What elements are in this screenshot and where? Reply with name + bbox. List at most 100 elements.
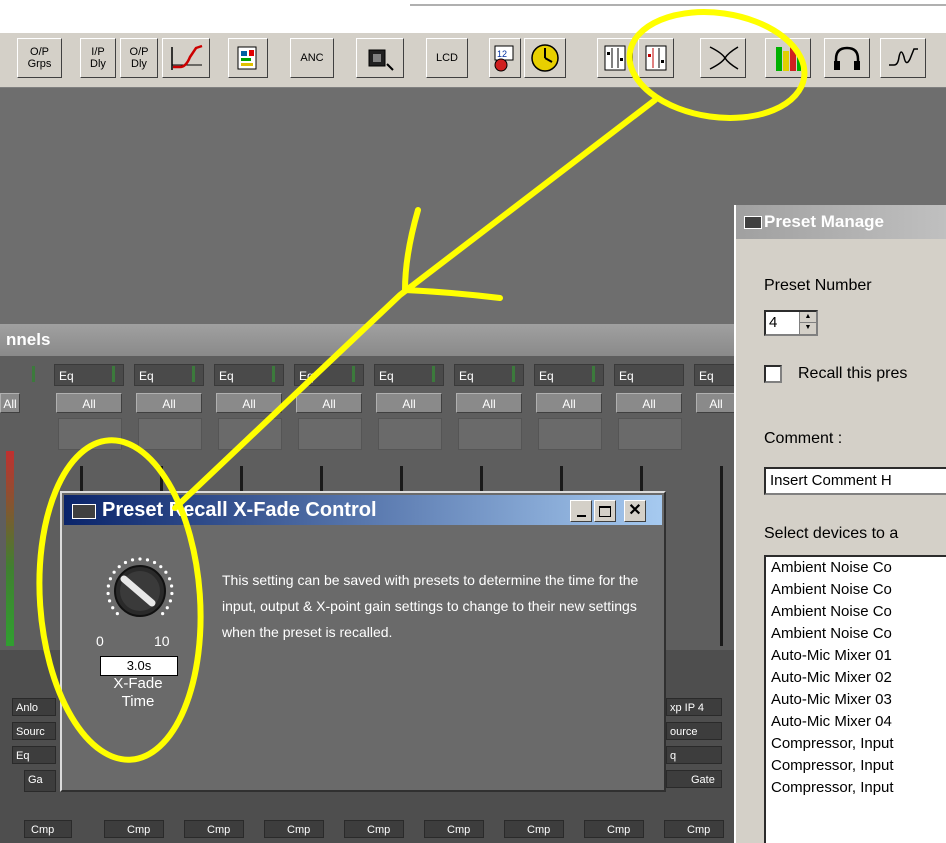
knob-tick-dot [159,565,163,569]
all-button[interactable]: All [136,393,202,413]
all-button[interactable]: All [376,393,442,413]
knob-tick-dot [117,565,121,569]
all-button[interactable]: All [696,393,736,413]
knob-tick-dot [112,570,116,574]
list-item[interactable]: Ambient Noise Co [766,601,946,623]
matrix-red-button[interactable] [638,38,674,78]
knob-tick-dot [161,612,165,616]
list-item[interactable]: Ambient Noise Co [766,557,946,579]
xfade-knob[interactable] [90,553,190,633]
knob-tick-dot [168,599,173,603]
output-groups-button[interactable]: O/P Grps [17,38,62,78]
knob-tick-dot [111,606,115,610]
recall-label: Recall this pres [798,365,908,382]
spin-down-icon[interactable]: ▼ [800,323,816,333]
xfade-button[interactable] [700,38,746,78]
fader-track[interactable] [720,466,723,646]
spinner-buttons[interactable]: ▲ ▼ [799,312,816,334]
comment-label: Comment : [764,430,843,447]
lcd-button[interactable]: LCD [426,38,468,78]
output-groups-label-2: Grps [27,58,52,70]
preset-number-value: 4 [769,314,778,331]
comment-field[interactable]: Insert Comment H [764,467,946,495]
fader-slot [218,418,282,450]
sine-wave-icon [889,48,918,66]
output-delay-label-1: O/P [129,46,149,58]
source-button[interactable]: ource [666,722,722,740]
toolbar: O/P Grps I/P Dly O/P Dly ANC LCD 12 [0,0,946,88]
knob-tick-dot [167,577,172,581]
maximize-icon[interactable] [594,500,616,522]
all-button[interactable]: All [56,393,122,413]
eq-curve-button[interactable] [162,38,210,78]
lcd-label: LCD [435,52,458,64]
anc-button[interactable]: ANC [290,38,334,78]
compressor-button[interactable]: Cmp [104,820,164,838]
headphones-button[interactable] [824,38,870,78]
knob-tick-dot [165,606,169,610]
meters-icon [776,46,801,71]
all-button[interactable]: All [296,393,362,413]
recall-checkbox[interactable] [764,365,782,383]
matrix-icon [604,45,626,71]
fader-slot [538,418,602,450]
knob-tick-dot [164,570,168,574]
sine-wave-button[interactable] [880,38,926,78]
output-delay-button[interactable]: O/P Dly [120,38,158,78]
list-item[interactable]: Auto-Mic Mixer 01 [766,645,946,667]
compressor-button[interactable]: Cmp [504,820,564,838]
list-item[interactable]: Ambient Noise Co [766,579,946,601]
compressor-button[interactable]: Cmp [584,820,644,838]
eq-button[interactable]: q [666,746,722,764]
list-item[interactable]: Compressor, Input [766,733,946,755]
compressor-button[interactable]: Cmp [184,820,244,838]
preset-button[interactable]: 12 [489,38,521,78]
gate-button[interactable]: Gate [666,770,722,788]
device-button[interactable] [356,38,404,78]
eq-button[interactable]: Eq [614,364,684,386]
input-delay-button[interactable]: I/P Dly [80,38,116,78]
clock-button[interactable] [524,38,566,78]
knob-min-label: 0 [96,633,104,649]
minimize-icon[interactable] [570,500,592,522]
xfade-time-value[interactable]: 3.0s [100,656,178,676]
devices-label: Select devices to a [764,525,899,542]
knob-tick-dot [115,612,119,616]
list-item[interactable]: Auto-Mic Mixer 04 [766,711,946,733]
all-button[interactable]: All [456,393,522,413]
xfade-knob-control: 0 10 3.0s X-Fade Time [90,553,194,713]
list-item[interactable]: Compressor, Input [766,755,946,777]
properties-button[interactable] [228,38,268,78]
source-button[interactable]: Sourc [12,722,56,740]
eq-indicator [272,366,275,382]
xfade-titlebar[interactable]: Preset Recall X-Fade Control ✕ [64,495,662,525]
meters-button[interactable] [765,38,811,78]
properties-icon [237,46,257,70]
list-item[interactable]: Compressor, Input [766,777,946,799]
all-button[interactable]: All [0,393,20,413]
compressor-button[interactable]: Cmp [424,820,484,838]
matrix-button[interactable] [597,38,633,78]
xfade-dialog: Preset Recall X-Fade Control ✕ 0 10 3.0s… [60,491,666,792]
compressor-button[interactable]: Cmp [664,820,724,838]
preset-number-spinner[interactable]: 4 ▲ ▼ [764,310,818,336]
list-item[interactable]: Ambient Noise Co [766,623,946,645]
preset-manager-titlebar[interactable]: Preset Manage [736,205,946,239]
compressor-button[interactable]: Cmp [264,820,324,838]
all-button[interactable]: All [536,393,602,413]
knob-tick-dot [130,558,135,562]
devices-list[interactable]: Ambient Noise Co Ambient Noise Co Ambien… [764,555,946,843]
xfade-description: This setting can be saved with presets t… [222,572,639,640]
all-button[interactable]: All [616,393,682,413]
close-icon[interactable]: ✕ [624,500,646,522]
knob-tick-dot [106,584,110,588]
spin-up-icon[interactable]: ▲ [800,312,816,323]
all-button[interactable]: All [216,393,282,413]
list-item[interactable]: Auto-Mic Mixer 02 [766,667,946,689]
compressor-button[interactable]: Cmp [24,820,72,838]
eq-button[interactable]: Eq [12,746,56,764]
list-item[interactable]: Auto-Mic Mixer 03 [766,689,946,711]
compressor-button[interactable]: Cmp [344,820,404,838]
gate-button[interactable]: Ga [24,770,56,792]
eq-indicator [112,366,115,382]
